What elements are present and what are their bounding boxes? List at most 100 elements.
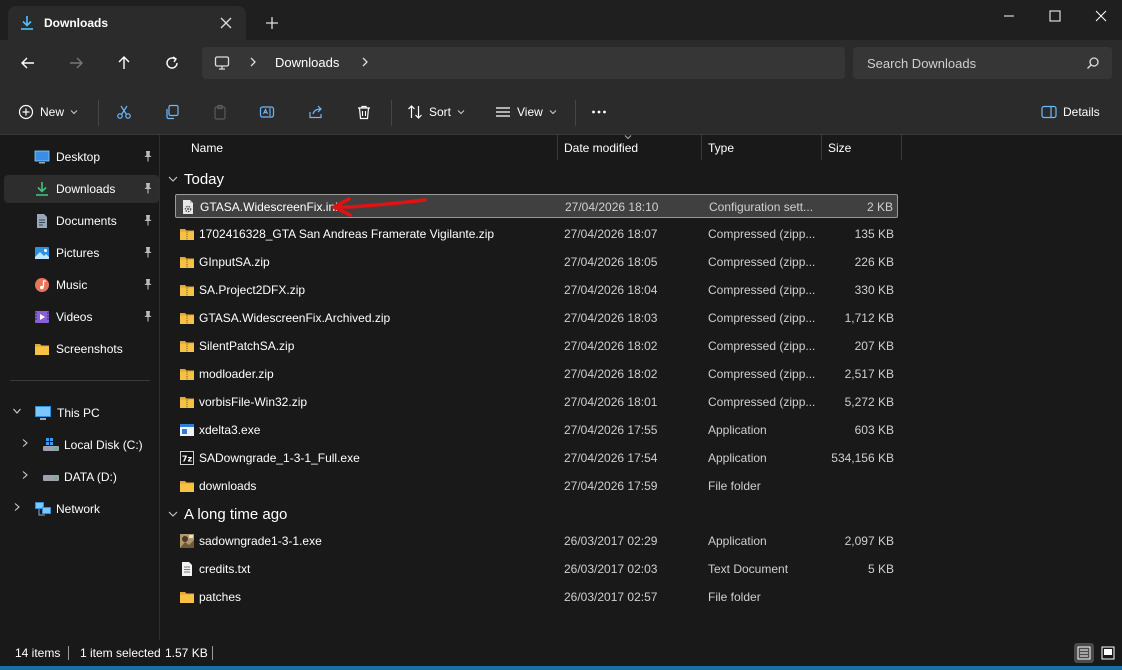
sidebar-item-data-d[interactable]: DATA (D:): [4, 463, 159, 491]
file-size: 603 KB: [854, 423, 894, 437]
sidebar-item-this-pc[interactable]: This PC: [4, 399, 159, 427]
file-row-sadowngrade1-3-1-exe[interactable]: sadowngrade1-3-1.exe 26/03/2017 02:29 Appl…: [175, 529, 898, 553]
sort-icon: [408, 105, 422, 119]
sidebar-item-music[interactable]: Music: [4, 271, 159, 299]
file-row-gtasa-widescreenfix-ini[interactable]: GTASA.WidescreenFix.ini 27/04/2026 18:10 C…: [175, 194, 898, 218]
sidebar-item-pictures[interactable]: Pictures: [4, 239, 159, 267]
new-tab-button[interactable]: [261, 12, 283, 34]
computer-icon: [214, 55, 230, 74]
file-row-xdelta3-exe[interactable]: xdelta3.exe 27/04/2026 17:55 Application 60…: [175, 418, 898, 442]
file-row-gtasa-widescreenfix-archived-zip[interactable]: GTASA.WidescreenFix.Archived.zip 27/04/20…: [175, 306, 898, 330]
copy-button[interactable]: [164, 100, 186, 124]
sidebar-item-videos[interactable]: Videos: [4, 303, 159, 331]
breadcrumb-downloads[interactable]: Downloads: [275, 55, 339, 70]
minimize-button[interactable]: [986, 0, 1032, 32]
download-icon: [34, 181, 50, 197]
file-type: Application: [708, 534, 767, 548]
file-size: 2 KB: [866, 200, 893, 214]
new-button[interactable]: New: [18, 100, 84, 124]
file-row-1702416328-gta-san-andreas-framerate-vigilante-zip[interactable]: 1702416328_GTA San Andreas Framerate Vig…: [175, 222, 898, 246]
view-label: View: [517, 105, 543, 119]
new-label: New: [40, 105, 65, 119]
zip-folder-icon: [179, 366, 195, 382]
file-row-sadowngrade-1-3-1-full-exe[interactable]: 7z SADowngrade_1-3-1_Full.exe 27/04/2026 1…: [175, 446, 898, 470]
sidebar-item-local-disk-c[interactable]: Local Disk (C:): [4, 431, 159, 459]
sidebar-item-label: Local Disk (C:): [64, 438, 143, 452]
tab-downloads[interactable]: Downloads: [8, 6, 246, 40]
file-name: patches: [199, 590, 242, 604]
chevron-right-icon[interactable]: [360, 55, 370, 72]
column-header-type[interactable]: Type: [702, 135, 821, 160]
file-name: xdelta3.exe: [199, 423, 261, 437]
column-header-date[interactable]: Date modified: [558, 135, 701, 160]
back-button[interactable]: [15, 50, 41, 76]
file-row-patches[interactable]: patches 26/03/2017 02:57 File folder: [175, 585, 898, 609]
sidebar-item-documents[interactable]: Documents: [4, 207, 159, 235]
more-options-button[interactable]: [591, 100, 613, 124]
group-header-today[interactable]: Today: [168, 167, 224, 191]
toolbar-divider: [98, 100, 99, 126]
group-header-long-ago[interactable]: A long time ago: [168, 502, 287, 526]
chevron-right-icon[interactable]: [248, 55, 258, 72]
arrow-left-icon: [21, 57, 34, 69]
download-icon: [19, 15, 35, 31]
status-bar: 14 items 1 item selected 1.57 KB: [0, 640, 1122, 666]
tiles-view-button[interactable]: [1098, 643, 1118, 663]
file-row-sa-project2dfx-zip[interactable]: SA.Project2DFX.zip 27/04/2026 18:04 Compre…: [175, 278, 898, 302]
pin-icon: [143, 214, 153, 229]
delete-button[interactable]: [356, 100, 378, 124]
music-icon: [34, 277, 50, 293]
chevron-down-icon[interactable]: [12, 406, 22, 419]
details-pane-button[interactable]: Details: [1041, 100, 1100, 124]
chevron-down-icon: [70, 110, 78, 115]
chevron-right-icon[interactable]: [12, 502, 22, 515]
rename-button[interactable]: [259, 100, 281, 124]
file-row-credits-txt[interactable]: credits.txt 26/03/2017 02:03 Text Document…: [175, 557, 898, 581]
pin-icon: [143, 182, 153, 197]
file-row-downloads[interactable]: downloads 27/04/2026 17:59 File folder: [175, 474, 898, 498]
exe-window-icon: [179, 422, 195, 438]
details-view-button[interactable]: [1074, 643, 1094, 663]
file-row-ginputsa-zip[interactable]: GInputSA.zip 27/04/2026 18:05 Compressed (…: [175, 250, 898, 274]
column-divider[interactable]: [901, 135, 902, 160]
up-button[interactable]: [111, 50, 137, 76]
column-header-size[interactable]: Size: [822, 135, 901, 160]
chevron-right-icon[interactable]: [20, 470, 30, 483]
file-name: downloads: [199, 479, 257, 493]
chevron-right-icon[interactable]: [20, 438, 30, 451]
rename-icon: [259, 106, 275, 118]
forward-button[interactable]: [63, 50, 89, 76]
plus-circle-icon: [18, 104, 34, 120]
address-field[interactable]: Downloads: [202, 47, 845, 79]
sidebar-item-downloads[interactable]: Downloads: [4, 175, 159, 203]
file-row-modloader-zip[interactable]: modloader.zip 27/04/2026 18:02 Compressed …: [175, 362, 898, 386]
taskbar-edge: [0, 666, 1122, 670]
close-window-button[interactable]: [1078, 0, 1122, 32]
view-button[interactable]: View: [495, 100, 563, 124]
zip-folder-icon: [179, 254, 195, 270]
column-header-name[interactable]: Name: [161, 135, 557, 160]
close-tab-button[interactable]: [214, 12, 238, 34]
sidebar-item-desktop[interactable]: Desktop: [4, 143, 159, 171]
svg-text:7z: 7z: [182, 455, 193, 464]
sidebar-item-network[interactable]: Network: [4, 495, 159, 523]
paste-button[interactable]: [212, 100, 234, 124]
sidebar-item-label: Downloads: [56, 182, 116, 196]
sort-button[interactable]: Sort: [407, 100, 471, 124]
pin-icon: [144, 279, 152, 290]
sidebar-item-screenshots[interactable]: Screenshots: [4, 335, 159, 363]
refresh-button[interactable]: [159, 50, 185, 76]
file-date: 27/04/2026 18:03: [564, 311, 658, 325]
file-size: 5 KB: [867, 562, 894, 576]
maximize-button[interactable]: [1032, 0, 1078, 32]
pin-icon: [144, 215, 152, 226]
file-row-silentpatchsa-zip[interactable]: SilentPatchSA.zip 27/04/2026 18:02 Compres…: [175, 334, 898, 358]
maximize-icon: [1049, 10, 1061, 22]
file-row-vorbisfile-win32-zip[interactable]: vorbisFile-Win32.zip 27/04/2026 18:01 Comp…: [175, 390, 898, 414]
view-list-icon: [496, 107, 510, 117]
search-input[interactable]: Search Downloads: [853, 47, 1112, 79]
file-type: Compressed (zipp...: [708, 255, 816, 269]
share-button[interactable]: [308, 100, 330, 124]
refresh-icon: [166, 56, 178, 69]
cut-button[interactable]: [116, 100, 138, 124]
